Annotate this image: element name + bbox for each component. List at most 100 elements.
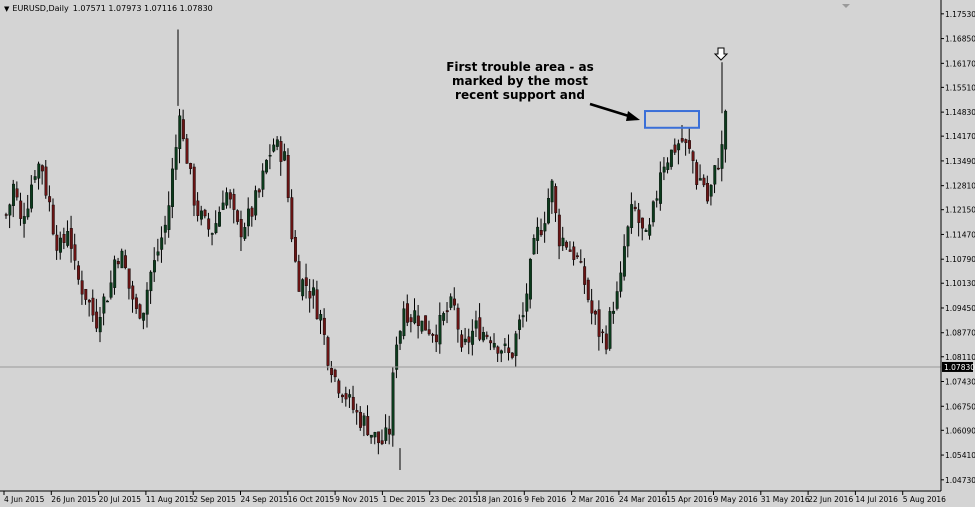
y-tick-label: 1.06750 bbox=[945, 402, 975, 411]
bear-candle bbox=[189, 163, 193, 169]
bull-candle bbox=[369, 434, 373, 438]
current-price-tag: 1.07830 bbox=[942, 361, 975, 372]
bear-candle bbox=[688, 140, 691, 149]
bear-candle bbox=[340, 394, 344, 398]
bull-candle bbox=[550, 180, 554, 203]
bear-candle bbox=[568, 249, 572, 252]
bear-candle bbox=[565, 241, 569, 248]
bear-candle bbox=[15, 188, 19, 198]
bull-candle bbox=[218, 211, 221, 227]
bull-candle bbox=[149, 271, 153, 292]
bull-candle bbox=[178, 115, 182, 150]
bear-candle bbox=[40, 165, 44, 172]
bull-candle bbox=[536, 226, 540, 241]
bull-candle bbox=[713, 165, 717, 185]
bull-candle bbox=[225, 192, 229, 206]
bull-candle bbox=[272, 144, 276, 152]
bull-candle bbox=[22, 216, 26, 224]
ohlc-close: 1.07830 bbox=[179, 4, 213, 13]
annotation-text: First trouble area - as marked by the mo… bbox=[446, 60, 594, 102]
bull-candle bbox=[622, 246, 626, 277]
bear-candle bbox=[333, 369, 337, 378]
bull-candle bbox=[619, 272, 623, 292]
bear-candle bbox=[116, 261, 120, 265]
bear-candle bbox=[326, 337, 330, 366]
bull-candle bbox=[698, 178, 702, 181]
y-tick-label: 1.12150 bbox=[945, 206, 975, 215]
bear-candle bbox=[572, 246, 576, 260]
bull-candle bbox=[265, 160, 268, 173]
bull-candle bbox=[413, 310, 417, 324]
bear-candle bbox=[424, 315, 428, 331]
bull-candle bbox=[644, 230, 648, 232]
y-tick-label: 1.08110 bbox=[945, 353, 975, 362]
bull-candle bbox=[724, 110, 728, 150]
bear-candle bbox=[330, 368, 334, 376]
price-tag-label: 1.07830 bbox=[944, 363, 975, 372]
bull-candle bbox=[142, 312, 146, 321]
bull-candle bbox=[106, 300, 109, 303]
y-tick-label: 1.06090 bbox=[945, 426, 975, 435]
bull-candle bbox=[167, 205, 171, 230]
bull-candle bbox=[109, 282, 113, 298]
bear-candle bbox=[604, 333, 608, 350]
y-tick-label: 1.10130 bbox=[945, 279, 975, 288]
bull-candle bbox=[261, 170, 265, 190]
bull-candle bbox=[612, 310, 616, 314]
triangle-down-icon[interactable]: ▼ bbox=[4, 5, 9, 13]
price-chart[interactable]: 1.17530 1.16850 1.16170 1.15510 1.14830 1.141… bbox=[0, 0, 975, 507]
bear-candle bbox=[716, 167, 720, 170]
bear-candle bbox=[539, 230, 543, 236]
x-tick-label: 1 Dec 2015 bbox=[382, 495, 425, 504]
bull-candle bbox=[243, 227, 247, 239]
bull-candle bbox=[66, 231, 70, 246]
bear-candle bbox=[579, 261, 583, 263]
bear-candle bbox=[409, 317, 413, 323]
y-tick-label: 1.12810 bbox=[945, 182, 975, 191]
y-tick-label: 1.04730 bbox=[945, 476, 975, 485]
bear-candle bbox=[434, 334, 438, 343]
bear-candle bbox=[344, 393, 348, 400]
bull-candle bbox=[677, 143, 681, 151]
x-tick-label: 11 Aug 2015 bbox=[146, 495, 194, 504]
bear-candle bbox=[124, 255, 127, 268]
bear-candle bbox=[387, 428, 391, 435]
bull-candle bbox=[492, 342, 496, 348]
bull-candle bbox=[362, 415, 366, 426]
y-tick-label: 1.17530 bbox=[945, 10, 975, 19]
bear-candle bbox=[590, 300, 594, 314]
x-tick-label: 26 Jun 2015 bbox=[51, 495, 96, 504]
x-tick-label: 2 Mar 2016 bbox=[572, 495, 615, 504]
bull-candle bbox=[312, 287, 315, 296]
bull-candle bbox=[102, 296, 106, 314]
bull-candle bbox=[500, 350, 503, 354]
bull-candle bbox=[449, 296, 453, 308]
x-tick-label: 2 Sep 2015 bbox=[193, 495, 236, 504]
bull-candle bbox=[655, 198, 659, 201]
bull-candle bbox=[608, 311, 612, 349]
bear-candle bbox=[69, 228, 73, 249]
symbol-label: EURUSD,Daily bbox=[12, 4, 69, 13]
bear-candle bbox=[290, 197, 294, 240]
bear-candle bbox=[496, 346, 500, 354]
bull-candle bbox=[561, 237, 565, 247]
x-tick-label: 22 Jun 2016 bbox=[808, 495, 853, 504]
bull-candle bbox=[669, 149, 673, 167]
bear-candle bbox=[257, 189, 261, 193]
bear-candle bbox=[138, 304, 142, 319]
x-tick-label: 20 Jul 2015 bbox=[99, 495, 142, 504]
bear-candle bbox=[203, 209, 207, 217]
y-tick-label: 1.13490 bbox=[945, 157, 975, 166]
bull-candle bbox=[214, 223, 218, 234]
x-tick-label: 9 Nov 2015 bbox=[335, 495, 378, 504]
bear-candle bbox=[510, 352, 514, 358]
bull-candle bbox=[442, 313, 446, 321]
bull-candle bbox=[8, 204, 12, 216]
bear-candle bbox=[95, 311, 99, 329]
bull-candle bbox=[33, 176, 37, 180]
bull-candle bbox=[395, 344, 399, 370]
bear-candle bbox=[181, 119, 185, 140]
ohlc-open: 1.07571 bbox=[72, 4, 106, 13]
x-tick-label: 18 Jan 2016 bbox=[477, 495, 522, 504]
bear-candle bbox=[489, 340, 493, 344]
